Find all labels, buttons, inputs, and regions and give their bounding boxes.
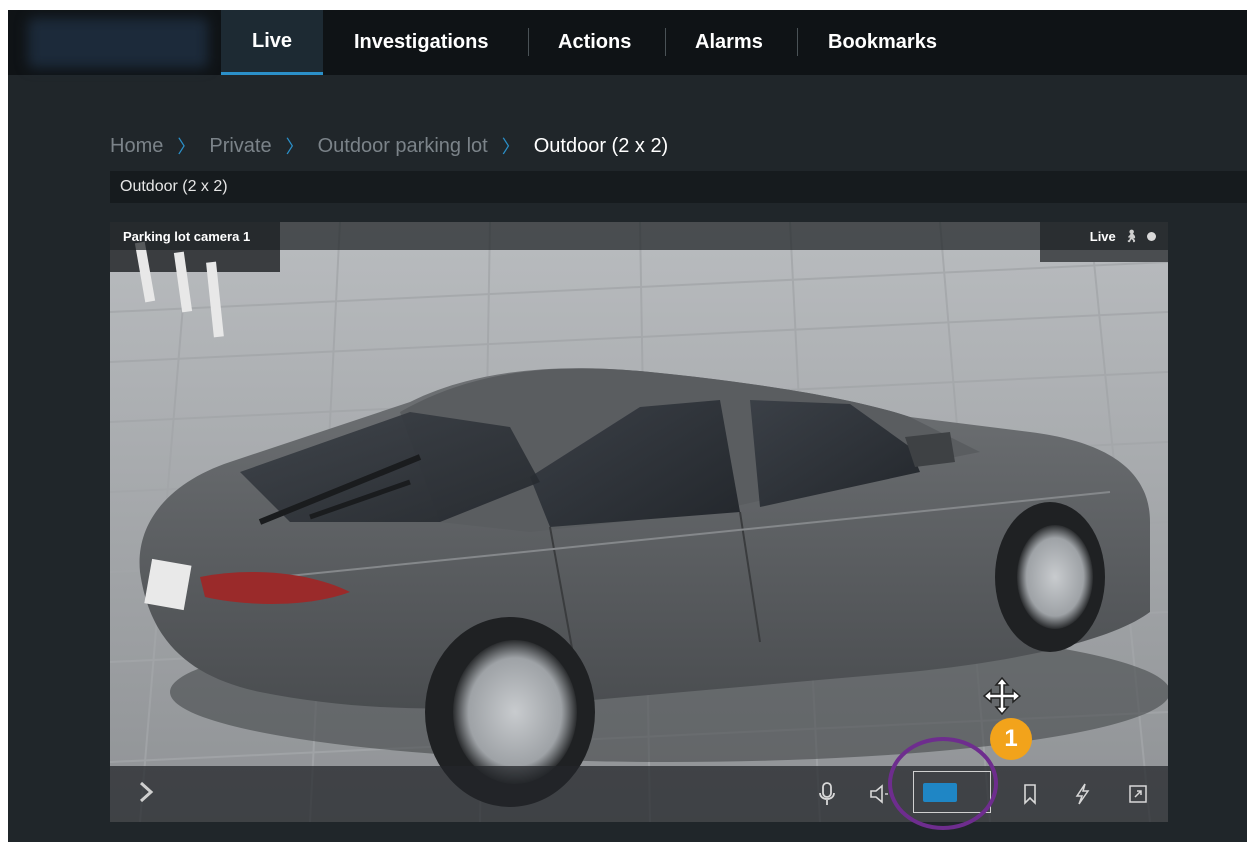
app-window: Live Investigations Actions Alarms Bookm… — [8, 10, 1247, 842]
tab-alarms[interactable]: Alarms — [695, 10, 763, 75]
tab-live[interactable]: Live — [221, 10, 323, 75]
breadcrumb-outdoor-parking-lot[interactable]: Outdoor parking lot — [318, 135, 488, 158]
microphone-icon[interactable] — [813, 780, 841, 808]
tab-investigations[interactable]: Investigations — [354, 10, 488, 75]
fullscreen-icon[interactable] — [1124, 780, 1152, 808]
live-label: Live — [1089, 228, 1116, 244]
motion-icon: 🚶︎ — [1123, 229, 1139, 243]
recording-indicator-icon — [1147, 231, 1156, 241]
tab-actions[interactable]: Actions — [558, 10, 631, 75]
breadcrumb-private[interactable]: Private — [209, 135, 271, 158]
breadcrumb-current-view: Outdoor (2 x 2) — [533, 134, 669, 157]
tab-divider — [797, 28, 798, 56]
chevron-right-icon: 〉 — [285, 137, 304, 157]
chevron-right-icon: 〉 — [501, 137, 520, 157]
top-nav: Live Investigations Actions Alarms Bookm… — [8, 10, 1247, 75]
chevron-right-icon: 〉 — [177, 137, 196, 157]
view-title-bar: Outdoor (2 x 2) — [110, 171, 1247, 203]
camera-tile-header: Parking lot camera 1 Live 🚶︎ — [110, 222, 1168, 250]
camera-toolbar — [110, 766, 1168, 822]
breadcrumb-home[interactable]: Home — [110, 135, 163, 158]
chevron-right-icon[interactable] — [132, 778, 160, 806]
tab-divider — [528, 28, 529, 56]
lightning-icon[interactable] — [1068, 780, 1096, 808]
breadcrumb: Home 〉 Private 〉 Outdoor parking lot 〉 O… — [110, 132, 668, 160]
camera-title: Parking lot camera 1 — [123, 228, 251, 244]
tab-divider — [665, 28, 666, 56]
move-cursor-icon — [982, 676, 1022, 716]
tab-bookmarks[interactable]: Bookmarks — [828, 10, 937, 75]
bookmark-icon[interactable] — [1016, 780, 1044, 808]
view-title: Outdoor (2 x 2) — [120, 178, 228, 195]
callout-highlight — [888, 737, 998, 830]
live-status: Live 🚶︎ — [1090, 229, 1156, 244]
callout-badge: 1 — [990, 718, 1032, 760]
app-logo — [28, 18, 208, 68]
